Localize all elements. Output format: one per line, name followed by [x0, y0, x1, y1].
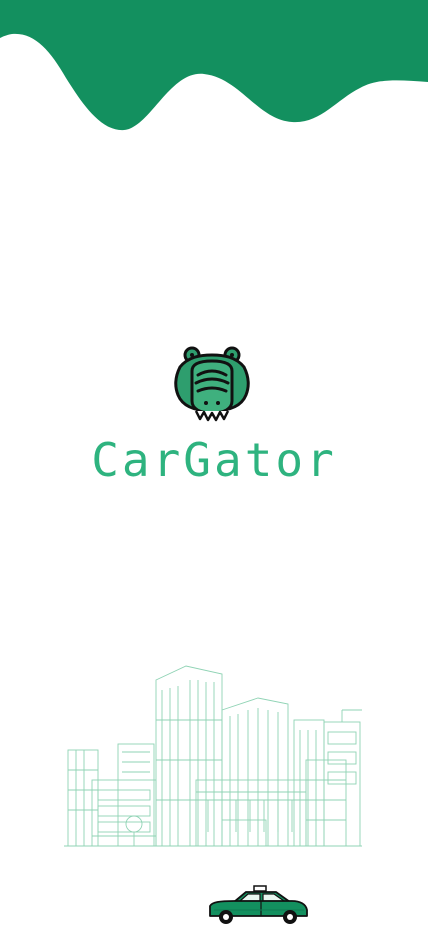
city-buildings-illustration	[64, 665, 362, 847]
taxi-car-illustration	[209, 885, 308, 924]
alligator-head-icon	[174, 346, 250, 422]
app-title: CarGator	[91, 433, 337, 487]
header-wave	[0, 0, 428, 131]
